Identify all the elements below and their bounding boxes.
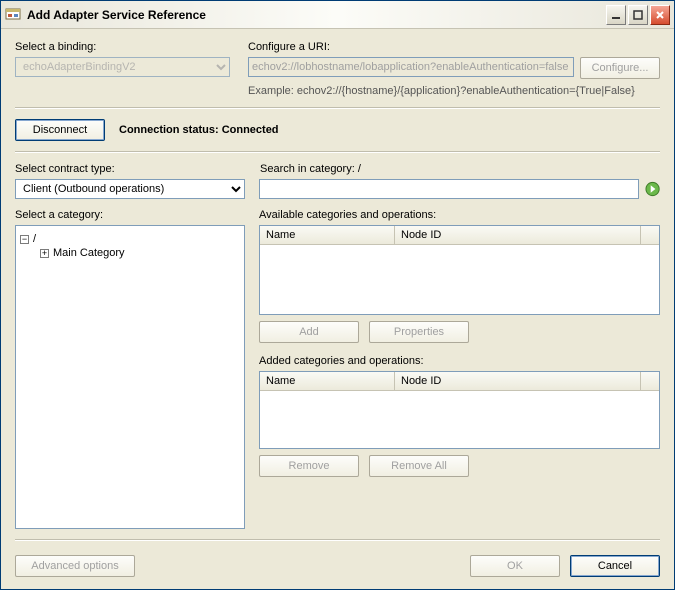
available-col-spacer xyxy=(641,226,659,244)
search-go-icon[interactable] xyxy=(645,181,660,197)
main-grid: Select a category: − / + Main Category xyxy=(15,209,660,529)
category-tree[interactable]: − / + Main Category xyxy=(15,225,245,529)
available-listview[interactable]: Name Node ID xyxy=(259,225,660,315)
ok-button[interactable]: OK xyxy=(470,555,560,577)
available-header: Name Node ID xyxy=(260,226,659,245)
added-col-name[interactable]: Name xyxy=(260,372,395,390)
contract-type-select[interactable]: Client (Outbound operations) xyxy=(15,179,245,199)
uri-label: Configure a URI: xyxy=(248,41,660,53)
contract-type-label: Select contract type: xyxy=(15,163,260,175)
connect-row: Disconnect Connection status: Connected xyxy=(15,119,660,141)
window-title: Add Adapter Service Reference xyxy=(27,8,604,22)
remove-button[interactable]: Remove xyxy=(259,455,359,477)
added-buttons: Remove Remove All xyxy=(259,455,660,477)
category-label: Select a category: xyxy=(15,209,245,221)
added-col-spacer xyxy=(641,372,659,390)
tree-root-node[interactable]: − / xyxy=(20,232,240,246)
available-body xyxy=(260,245,659,314)
app-icon xyxy=(5,7,21,23)
uri-example-text: Example: echov2://{hostname}/{applicatio… xyxy=(248,85,660,97)
minimize-button[interactable] xyxy=(606,5,626,25)
top-config-row: Select a binding: echoAdapterBindingV2 C… xyxy=(15,41,660,97)
remove-all-button[interactable]: Remove All xyxy=(369,455,469,477)
collapse-icon[interactable]: − xyxy=(20,235,29,244)
tree-root-label: / xyxy=(33,233,36,245)
added-listview[interactable]: Name Node ID xyxy=(259,371,660,449)
configure-button[interactable]: Configure... xyxy=(580,57,660,79)
search-label: Search in category: / xyxy=(260,163,660,175)
advanced-options-button[interactable]: Advanced options xyxy=(15,555,135,577)
binding-label: Select a binding: xyxy=(15,41,230,53)
search-input[interactable] xyxy=(259,179,639,199)
connection-status-value: Connected xyxy=(222,124,279,136)
close-button[interactable] xyxy=(650,5,670,25)
separator xyxy=(15,107,660,109)
separator xyxy=(15,151,660,153)
add-button[interactable]: Add xyxy=(259,321,359,343)
dialog-content: Select a binding: echoAdapterBindingV2 C… xyxy=(1,29,674,589)
binding-select[interactable]: echoAdapterBindingV2 xyxy=(15,57,230,77)
available-buttons: Add Properties xyxy=(259,321,660,343)
available-col-nodeid[interactable]: Node ID xyxy=(395,226,641,244)
available-col-name[interactable]: Name xyxy=(260,226,395,244)
separator xyxy=(15,539,660,541)
footer-row: Advanced options OK Cancel xyxy=(15,555,660,577)
cancel-button[interactable]: Cancel xyxy=(570,555,660,577)
titlebar: Add Adapter Service Reference xyxy=(1,1,674,29)
contract-search-labels: Select contract type: Search in category… xyxy=(15,163,660,179)
dialog-window: Add Adapter Service Reference Select a b… xyxy=(0,0,675,590)
available-label: Available categories and operations: xyxy=(259,209,660,221)
uri-input[interactable] xyxy=(248,57,574,77)
added-col-nodeid[interactable]: Node ID xyxy=(395,372,641,390)
added-body xyxy=(260,391,659,448)
tree-child-label: Main Category xyxy=(53,247,125,259)
disconnect-button[interactable]: Disconnect xyxy=(15,119,105,141)
contract-search-controls: Client (Outbound operations) xyxy=(15,179,660,199)
connection-status-label: Connection status: xyxy=(119,124,219,136)
expand-icon[interactable]: + xyxy=(40,249,49,258)
properties-button[interactable]: Properties xyxy=(369,321,469,343)
added-label: Added categories and operations: xyxy=(259,355,660,367)
maximize-button[interactable] xyxy=(628,5,648,25)
tree-child-node[interactable]: + Main Category xyxy=(40,246,240,260)
added-header: Name Node ID xyxy=(260,372,659,391)
